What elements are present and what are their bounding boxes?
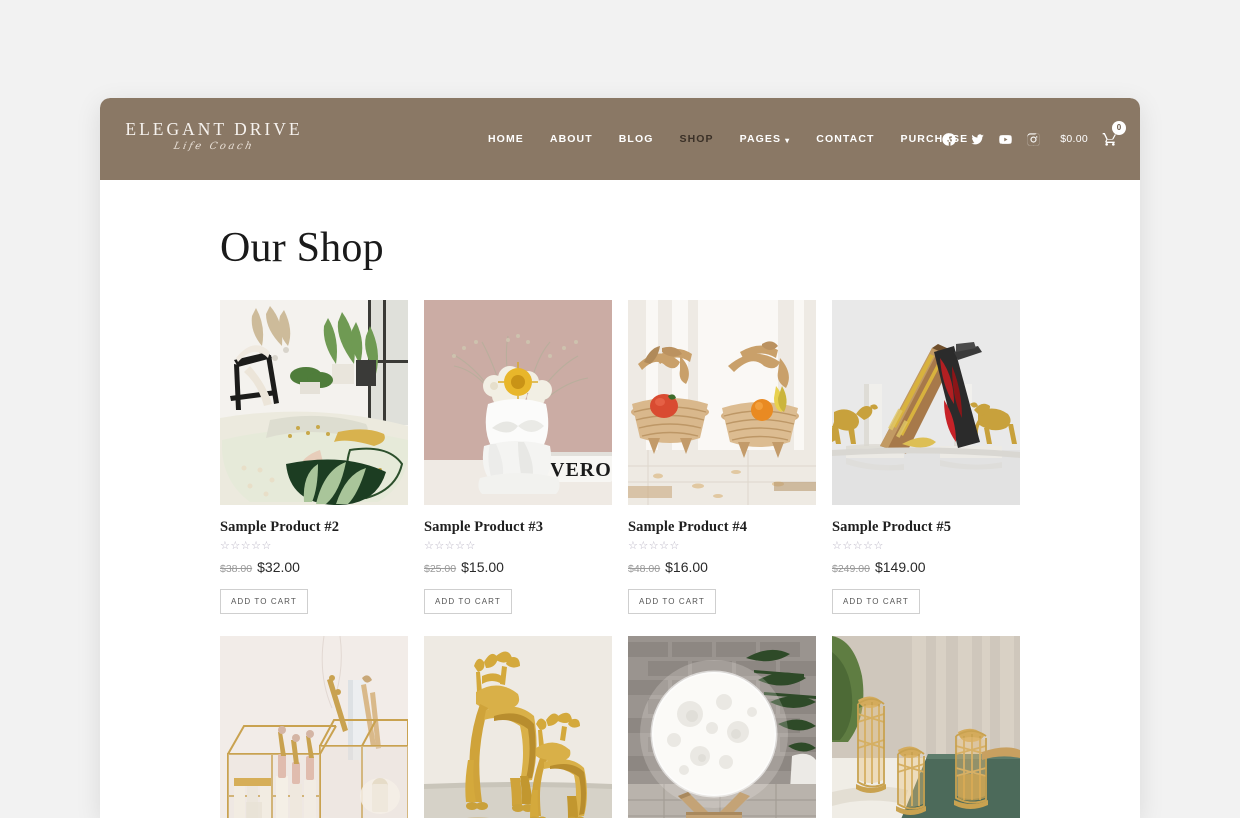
price-original: $249.00 — [832, 563, 870, 575]
product-card — [628, 636, 816, 818]
add-to-cart-button[interactable]: ADD TO CART — [424, 589, 512, 614]
product-image-face-vase[interactable]: VERO — [424, 300, 612, 505]
instagram-icon[interactable] — [1026, 132, 1041, 147]
product-grid: Sample Product #2 ☆☆☆☆☆ $38.00 $32.00 AD… — [220, 300, 1020, 818]
nav-label: ABOUT — [549, 133, 593, 145]
price-sale: $32.00 — [257, 559, 300, 575]
site-frame: ELEGANT DRIVE Life Coach HOME ABOUT BLOG… — [100, 98, 1140, 818]
nav-label: PAGES — [739, 133, 782, 145]
nav-item-about[interactable]: ABOUT — [537, 133, 606, 145]
add-to-cart-button[interactable]: ADD TO CART — [628, 589, 716, 614]
main-navigation: HOME ABOUT BLOG SHOP PAGES ▾ CONTACT PUR… — [475, 98, 990, 180]
nav-label: HOME — [488, 133, 524, 145]
product-image-gold-candle-holders[interactable] — [832, 636, 1020, 818]
product-card: Sample Product #2 ☆☆☆☆☆ $38.00 $32.00 AD… — [220, 300, 408, 614]
product-card — [220, 636, 408, 818]
product-price: $38.00 $32.00 — [220, 559, 408, 575]
product-price: $48.00 $16.00 — [628, 559, 816, 575]
nav-label: SHOP — [679, 133, 714, 145]
price-sale: $16.00 — [665, 559, 708, 575]
product-rating-stars[interactable]: ☆☆☆☆☆ — [424, 541, 612, 552]
price-sale: $149.00 — [874, 559, 926, 575]
cart-total[interactable]: $0.00 — [1060, 133, 1088, 145]
site-logo[interactable]: ELEGANT DRIVE Life Coach — [124, 119, 304, 153]
product-image-fruit-baskets[interactable] — [628, 300, 816, 505]
site-header: ELEGANT DRIVE Life Coach HOME ABOUT BLOG… — [100, 98, 1140, 180]
svg-text:VERO: VERO — [550, 459, 612, 481]
cart-button[interactable]: 0 — [1102, 121, 1126, 147]
cart-count-badge: 0 — [1112, 121, 1126, 135]
facebook-icon[interactable] — [942, 132, 957, 147]
nav-item-contact[interactable]: CONTACT — [803, 133, 887, 145]
product-card: Sample Product #5 ☆☆☆☆☆ $249.00 $149.00 … — [832, 300, 1020, 614]
product-rating-stars[interactable]: ☆☆☆☆☆ — [832, 541, 1020, 552]
product-rating-stars[interactable]: ☆☆☆☆☆ — [628, 541, 816, 552]
price-original: $48.00 — [628, 563, 661, 575]
add-to-cart-button[interactable]: ADD TO CART — [220, 589, 308, 614]
twitter-icon[interactable] — [970, 132, 985, 147]
brand-name: ELEGANT DRIVE — [125, 119, 303, 139]
youtube-icon[interactable] — [998, 132, 1013, 147]
price-sale: $15.00 — [461, 559, 504, 575]
product-price: $25.00 $15.00 — [424, 559, 612, 575]
nav-label: BLOG — [618, 133, 654, 145]
nav-item-shop[interactable]: SHOP — [666, 133, 726, 145]
product-card: VERO Sample Product #3 ☆☆☆☆☆ $25.00 $15.… — [424, 300, 612, 614]
add-to-cart-button[interactable]: ADD TO CART — [832, 589, 920, 614]
brand-tagline: Life Coach — [172, 141, 256, 153]
product-title[interactable]: Sample Product #4 — [628, 519, 816, 536]
product-image-rug[interactable] — [220, 300, 408, 505]
nav-item-pages[interactable]: PAGES ▾ — [727, 133, 804, 145]
page-title: Our Shop — [220, 225, 384, 271]
product-title[interactable]: Sample Product #2 — [220, 519, 408, 536]
product-title[interactable]: Sample Product #5 — [832, 519, 1020, 536]
header-utilities: $0.00 0 — [942, 98, 1126, 180]
product-price: $249.00 $149.00 — [832, 559, 1020, 575]
nav-label: CONTACT — [816, 133, 875, 145]
product-image-moon-lamp[interactable] — [628, 636, 816, 818]
product-image-bookends[interactable] — [832, 300, 1020, 505]
product-image-gold-reindeer[interactable] — [424, 636, 612, 818]
product-title[interactable]: Sample Product #3 — [424, 519, 612, 536]
price-original: $25.00 — [424, 563, 457, 575]
chevron-down-icon: ▾ — [785, 135, 791, 145]
product-card — [424, 636, 612, 818]
price-original: $38.00 — [220, 563, 253, 575]
product-rating-stars[interactable]: ☆☆☆☆☆ — [220, 541, 408, 552]
shop-page-body: Our Shop Sample Product #2 ☆☆☆☆☆ $38.00 … — [100, 180, 1140, 818]
nav-item-home[interactable]: HOME — [475, 133, 537, 145]
product-image-cosmetic-organizer[interactable] — [220, 636, 408, 818]
product-card: Sample Product #4 ☆☆☆☆☆ $48.00 $16.00 AD… — [628, 300, 816, 614]
nav-item-blog[interactable]: BLOG — [606, 133, 667, 145]
product-card — [832, 636, 1020, 818]
